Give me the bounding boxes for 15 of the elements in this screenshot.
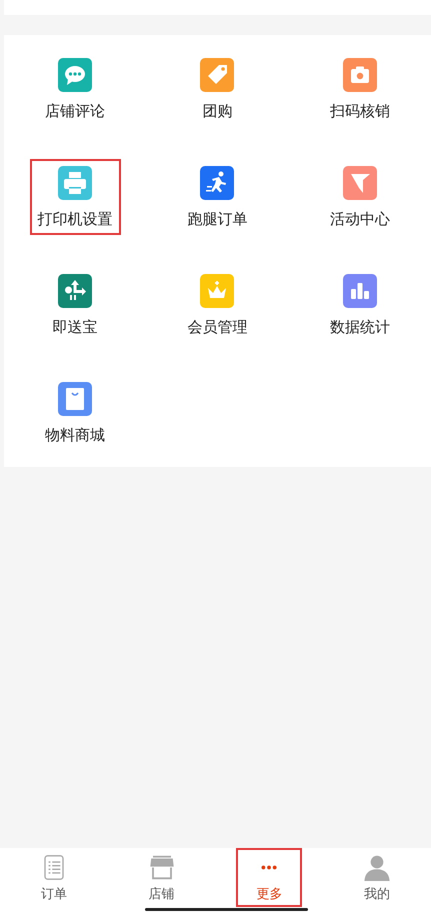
feature-item[interactable]: 物料商城: [37, 375, 114, 451]
feature-item[interactable]: 店铺评论: [37, 51, 114, 127]
feature-item[interactable]: 活动中心: [322, 159, 398, 235]
feature-item[interactable]: 会员管理: [179, 267, 256, 343]
feature-item[interactable]: 数据统计: [322, 267, 398, 343]
tab[interactable]: 店铺: [128, 848, 195, 907]
tab[interactable]: 更多: [236, 848, 302, 907]
feature-item[interactable]: 打印机设置: [30, 159, 121, 235]
person-icon: [362, 854, 392, 881]
feature-item[interactable]: 扫码核销: [322, 51, 398, 127]
feature-item[interactable]: 团购: [192, 51, 242, 127]
feature-item[interactable]: 跑腿订单: [179, 159, 256, 235]
feature-item[interactable]: 即送宝: [44, 267, 106, 343]
tab[interactable]: 我的: [344, 848, 410, 907]
tab[interactable]: 订单: [20, 848, 87, 907]
